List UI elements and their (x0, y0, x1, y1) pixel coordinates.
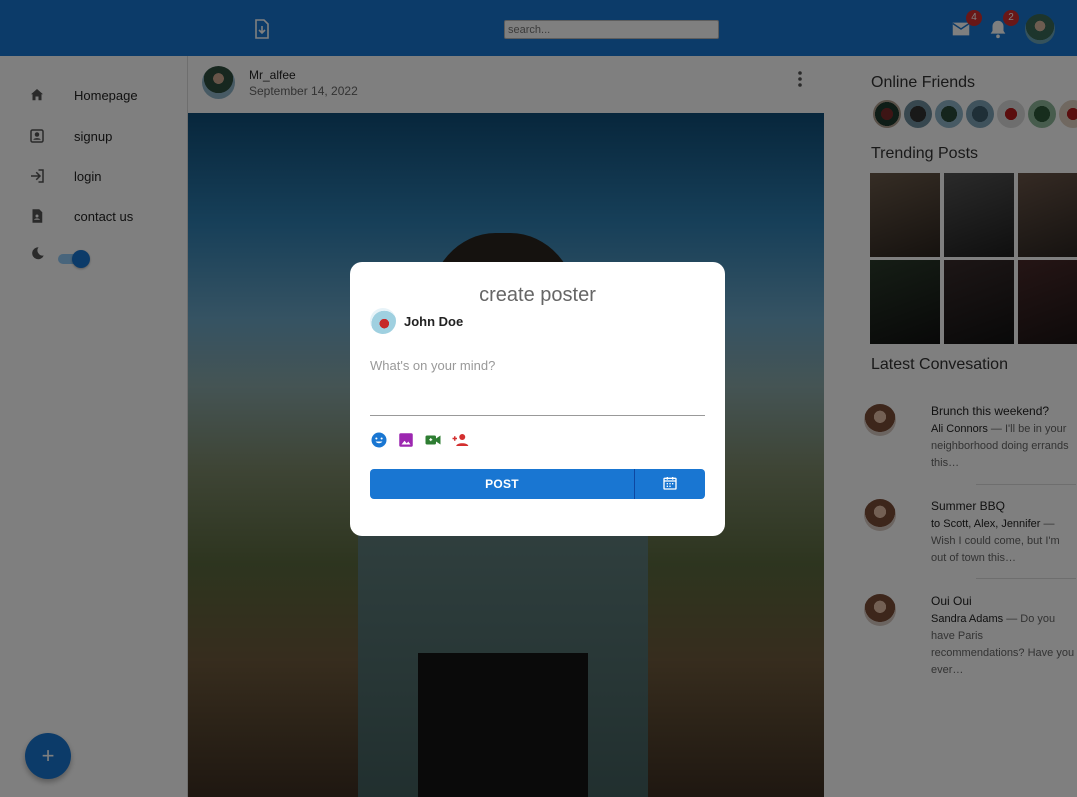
modal-user-avatar (370, 308, 396, 334)
modal-user-name: John Doe (404, 314, 464, 329)
create-post-modal: create poster John Doe POST (350, 262, 725, 536)
post-button[interactable]: POST (370, 469, 634, 499)
modal-title: create poster (479, 284, 596, 306)
post-text-input[interactable] (370, 348, 705, 416)
emoji-icon[interactable] (370, 431, 388, 449)
calendar-icon (663, 476, 677, 490)
image-icon[interactable] (397, 431, 415, 449)
add-person-icon[interactable] (451, 431, 469, 449)
video-camera-icon[interactable] (424, 431, 442, 449)
schedule-button[interactable] (634, 469, 705, 499)
